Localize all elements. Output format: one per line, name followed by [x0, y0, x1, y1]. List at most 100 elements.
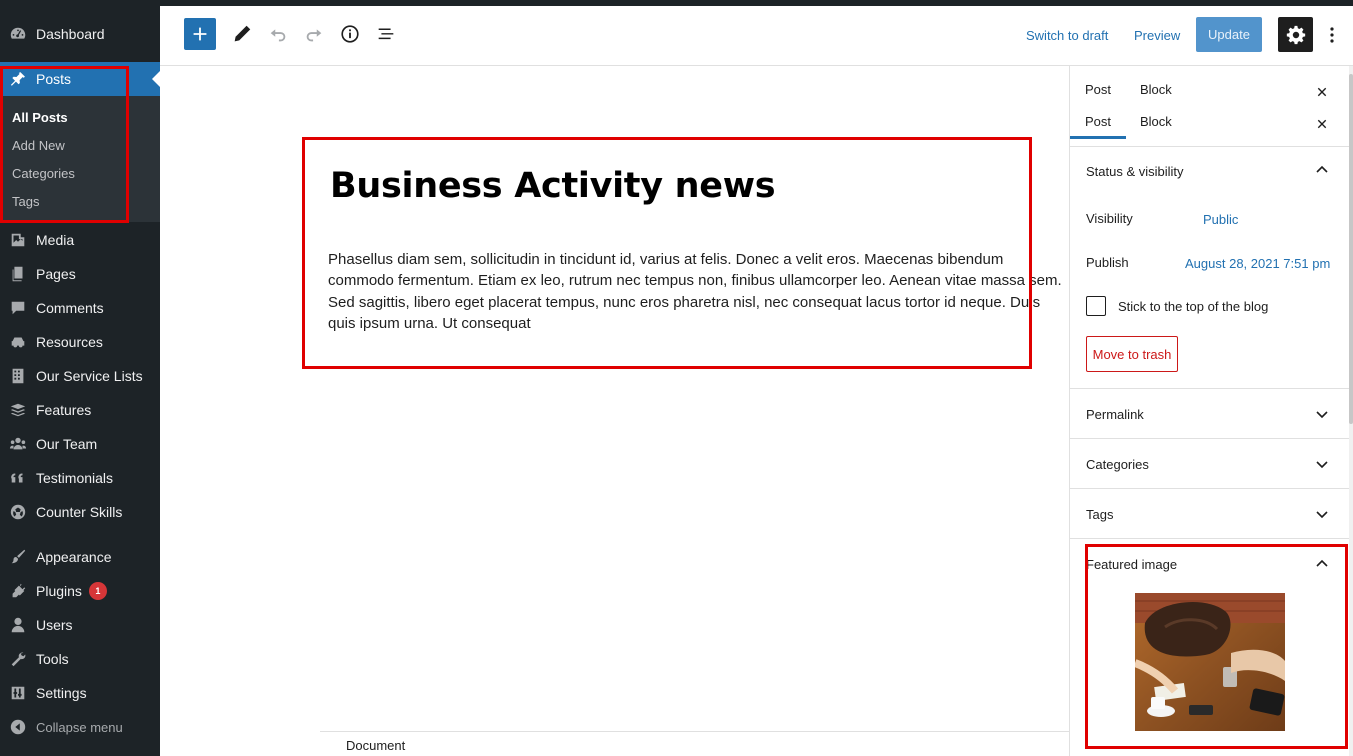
sidebar-item-label: Resources [36, 334, 103, 350]
settings-scrollbar[interactable] [1349, 66, 1353, 756]
tab-block[interactable]: Block [1140, 114, 1172, 129]
sidebar-item-label: Our Service Lists [36, 368, 143, 384]
switch-to-draft-button[interactable]: Switch to draft [1026, 28, 1108, 43]
wrench-icon [0, 650, 36, 668]
undo-icon [270, 29, 286, 42]
sidebar-item-label: Features [36, 402, 92, 418]
sidebar-item-label: Counter Skills [36, 504, 123, 520]
building-icon [0, 367, 36, 385]
vertical-ellipsis-icon [1330, 27, 1334, 43]
sidebar-item-tools[interactable]: Tools [0, 642, 160, 676]
sidebar-item-label: Posts [36, 71, 72, 87]
outline-button[interactable] [370, 18, 402, 50]
quote-icon [0, 469, 36, 487]
featured-image-photo [1135, 593, 1285, 731]
tab-block-ghost[interactable]: Block [1140, 82, 1172, 97]
permalink-panel-toggle[interactable]: Permalink [1086, 407, 1144, 422]
collapse-arrow-icon [0, 718, 36, 736]
sidebar-item-appearance[interactable]: Appearance [0, 540, 160, 574]
sticky-checkbox-label[interactable]: Stick to the top of the blog [1118, 299, 1268, 314]
sidebar-item-label: Testimonials [36, 470, 114, 486]
sidebar-item-features[interactable]: Features [0, 393, 160, 427]
sidebar-item-posts[interactable]: Posts [0, 62, 160, 96]
sidebar-item-label: Comments [36, 300, 104, 316]
sidebar-item-counter-skills[interactable]: Counter Skills [0, 495, 160, 529]
sidebar-item-label: Users [36, 617, 73, 633]
sidebar-item-pages[interactable]: Pages [0, 257, 160, 291]
dashboard-icon [0, 25, 36, 43]
chevron-down-icon[interactable] [1312, 504, 1332, 524]
admin-sidebar: Dashboard Posts All Posts Add New Catego… [0, 0, 160, 756]
tab-post[interactable]: Post [1085, 114, 1111, 129]
submenu-add-new[interactable]: Add New [12, 138, 65, 153]
gear-icon [1286, 25, 1305, 44]
chevron-down-icon[interactable] [1312, 404, 1332, 424]
undo-button[interactable] [262, 18, 294, 50]
scrollbar-thumb[interactable] [1349, 74, 1353, 424]
divider [1070, 438, 1350, 439]
paragraph-block[interactable]: Phasellus diam sem, sollicitudin in tinc… [328, 249, 1062, 334]
list-view-icon [378, 28, 394, 40]
categories-panel-toggle[interactable]: Categories [1086, 457, 1149, 472]
sidebar-item-plugins[interactable]: Plugins 1 [0, 574, 160, 608]
sidebar-item-testimonials[interactable]: Testimonials [0, 461, 160, 495]
close-settings-button[interactable] [1312, 114, 1332, 134]
sidebar-item-label: Settings [36, 685, 87, 701]
collapse-menu-button[interactable]: Collapse menu [0, 710, 160, 744]
update-button[interactable]: Update [1196, 17, 1262, 52]
sidebar-item-label: Dashboard [36, 26, 105, 42]
close-settings-ghost-button[interactable] [1312, 82, 1332, 102]
sidebar-item-label: Pages [36, 266, 76, 282]
featured-image-thumbnail[interactable] [1135, 593, 1285, 731]
more-options-button[interactable] [1324, 20, 1340, 50]
divider [1070, 538, 1350, 539]
pages-icon [0, 265, 36, 283]
sidebar-item-dashboard[interactable]: Dashboard [0, 17, 160, 51]
redo-icon [306, 29, 322, 42]
chevron-down-icon[interactable] [1312, 454, 1332, 474]
tab-post-ghost[interactable]: Post [1085, 82, 1111, 97]
tags-panel-toggle[interactable]: Tags [1086, 507, 1113, 522]
sidebar-item-comments[interactable]: Comments [0, 291, 160, 325]
collapse-menu-label: Collapse menu [36, 719, 123, 735]
featured-image-panel-toggle[interactable]: Featured image [1086, 557, 1177, 572]
submenu-all-posts[interactable]: All Posts [12, 110, 68, 125]
move-to-trash-button[interactable]: Move to trash [1086, 336, 1178, 372]
sidebar-item-users[interactable]: Users [0, 608, 160, 642]
close-icon [1317, 87, 1327, 97]
details-button[interactable] [334, 18, 366, 50]
sidebar-item-label: Our Team [36, 436, 98, 452]
posts-submenu: All Posts Add New Categories Tags [0, 96, 160, 222]
active-menu-arrow [152, 71, 160, 87]
publish-date-toggle[interactable]: August 28, 2021 7:51 pm [1185, 256, 1330, 271]
divider [1070, 146, 1350, 147]
status-visibility-panel-toggle[interactable]: Status & visibility [1086, 164, 1184, 179]
chevron-up-icon[interactable] [1312, 160, 1332, 180]
visibility-toggle[interactable]: Public [1203, 212, 1238, 227]
add-block-button[interactable] [184, 18, 216, 50]
breadcrumb-document[interactable]: Document [346, 738, 405, 753]
preview-button[interactable]: Preview [1134, 28, 1180, 43]
sidebar-item-our-service-lists[interactable]: Our Service Lists [0, 359, 160, 393]
sidebar-item-resources[interactable]: Resources [0, 325, 160, 359]
plus-icon [193, 27, 207, 41]
sidebar-item-media[interactable]: Media [0, 223, 160, 257]
app-root: Dashboard Posts All Posts Add New Catego… [0, 0, 1353, 756]
sidebar-item-settings[interactable]: Settings [0, 676, 160, 710]
plugin-icon [0, 582, 36, 600]
info-icon [341, 25, 359, 43]
submenu-tags[interactable]: Tags [12, 194, 39, 209]
settings-tabs: Post Block [1070, 106, 1350, 139]
settings-toggle-button[interactable] [1278, 17, 1313, 52]
comments-icon [0, 299, 36, 317]
chevron-up-icon[interactable] [1312, 554, 1332, 574]
post-title[interactable]: Business Activity news [330, 166, 776, 206]
redo-button[interactable] [298, 18, 330, 50]
sidebar-item-our-team[interactable]: Our Team [0, 427, 160, 461]
sidebar-item-label: Tools [36, 651, 69, 667]
sticky-checkbox[interactable] [1086, 296, 1106, 316]
submenu-categories[interactable]: Categories [12, 166, 75, 181]
divider [1070, 388, 1350, 389]
editor-toolbar: Switch to draft Preview Update [160, 6, 1353, 66]
edit-mode-button[interactable] [226, 18, 258, 50]
